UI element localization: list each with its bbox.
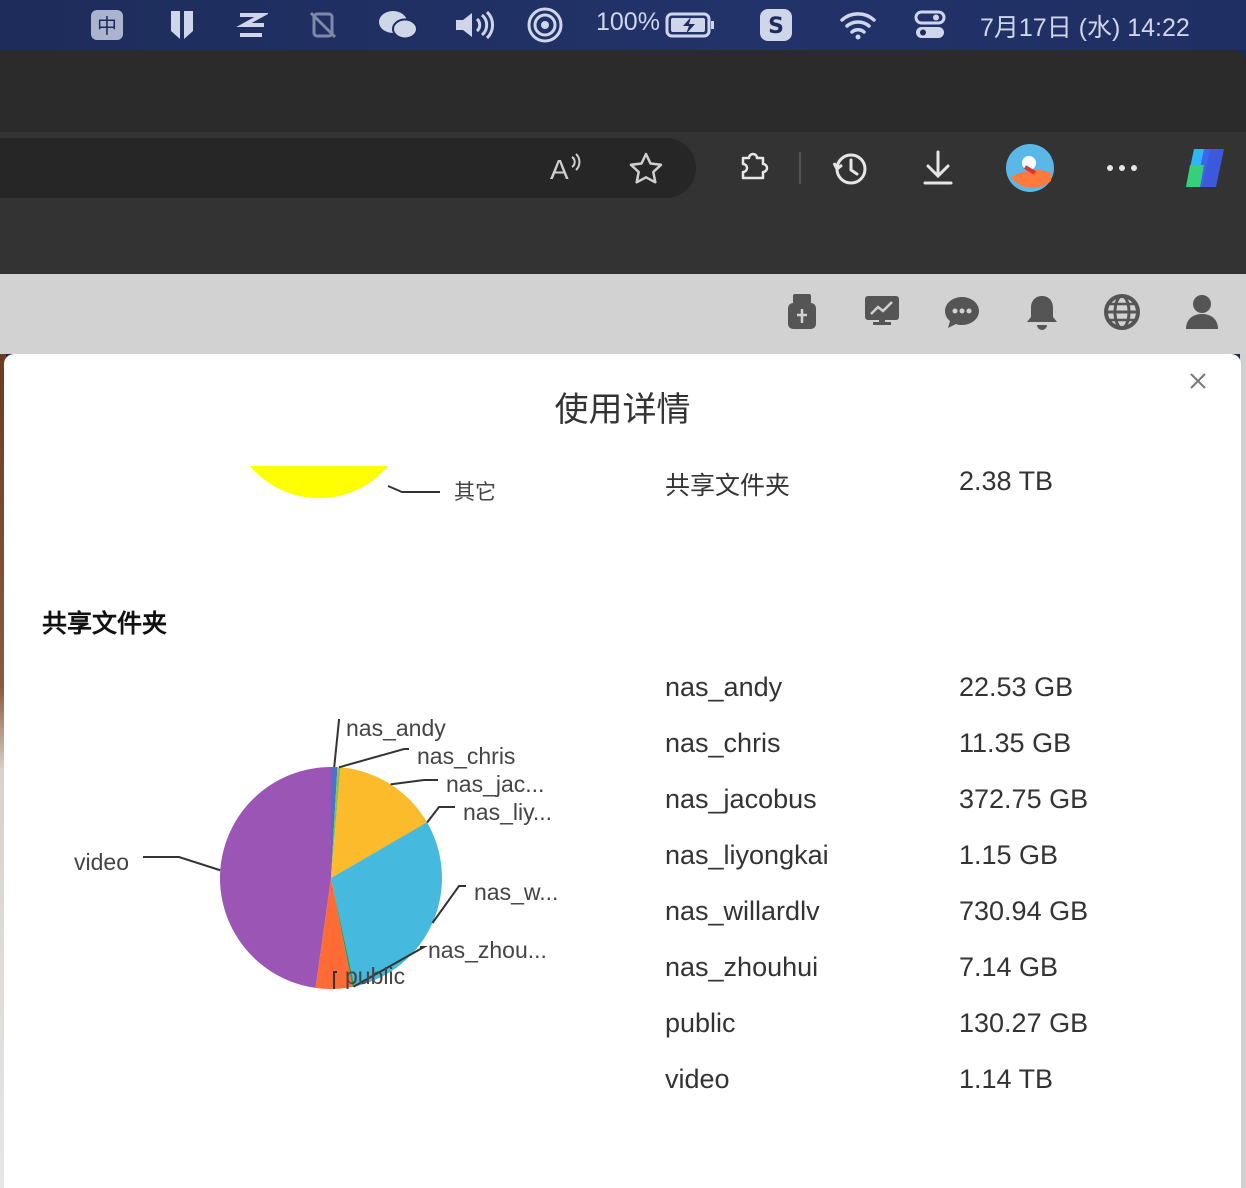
close-icon[interactable] [1183,366,1213,396]
shared-folder-pie-chart: nas_andynas_chrisnas_jac...nas_liy...nas… [74,715,558,989]
notifications-bell-icon[interactable] [1022,292,1062,332]
usage-row-label: nas_zhouhui [665,952,819,982]
other-slice [250,466,388,499]
nas-app-header [0,274,1246,354]
usage-row-value: 7.14 GB [959,952,1059,982]
z-app-icon[interactable] [234,6,270,44]
shared-folders-total-value: 2.38 TB [959,466,1054,496]
messages-icon[interactable] [942,292,982,332]
pie-slice-label: nas_chris [417,743,515,769]
usage-row-label: nas_willardlv [665,896,820,926]
more-menu-icon[interactable] [1100,148,1144,188]
pie-slice-label: nas_jac... [446,771,544,797]
sogou-icon[interactable]: S [758,6,794,44]
usage-row-label: nas_liyongkai [665,840,829,870]
control-center-icon[interactable] [912,6,948,44]
svg-text:A: A [550,154,569,185]
usage-row-label: nas_jacobus [665,784,817,814]
svg-text:S: S [768,14,784,39]
downloads-icon[interactable] [918,148,958,188]
volume-icon[interactable] [452,6,496,44]
copilot-icon[interactable] [1178,142,1232,194]
battery-percentage: 100% [596,8,660,36]
pie-slice-label: nas_zhou... [428,937,547,963]
usage-row-label: nas_andy [665,672,783,702]
input-method-zhong-icon[interactable]: 中 [88,6,126,44]
shared-folders-total-label: 共享文件夹 [665,471,791,500]
modal-title: 使用详情 [554,390,691,430]
usage-row-value: 372.75 GB [959,784,1089,814]
usage-row-value: 1.14 TB [959,1064,1054,1094]
browser-tab-strip [0,50,1246,132]
pie-slice-label: nas_andy [346,715,446,741]
wechat-icon[interactable] [376,6,420,44]
pie-leader-line [143,856,221,872]
usage-row-value: 22.53 GB [959,672,1074,702]
usage-row-value: 1.15 GB [959,840,1059,870]
pie-leader-line [338,748,409,769]
network-globe-icon[interactable] [1102,292,1142,332]
section-heading: 共享文件夹 [42,609,168,638]
pie-leader-line [426,806,455,824]
usage-row-label: public [665,1008,736,1038]
resource-monitor-icon[interactable] [862,292,902,332]
user-account-icon[interactable] [1182,292,1222,332]
usage-row-value: 130.27 GB [959,1008,1089,1038]
read-aloud-icon[interactable]: A [546,150,586,186]
usage-row-value: 730.94 GB [959,896,1089,926]
pie-slice-label: video [74,849,129,875]
muted-app-icon[interactable] [306,6,340,44]
pie-slice-label: nas_w... [474,879,558,905]
pie-slice-video[interactable] [219,767,331,988]
usage-row-label: nas_chris [665,728,781,758]
toolbar-separator [799,152,801,184]
battery-icon[interactable] [664,6,716,44]
browser-toolbar: A [0,132,1246,274]
usb-device-icon[interactable] [782,292,822,332]
usage-details-modal: 使用详情 其它 共享文件夹 2.38 TB 共享文件夹 nas_andy nas_… [4,354,1241,1188]
svg-text:中: 中 [97,14,117,38]
pie-slice-label: public [345,963,405,989]
usage-row-label: video [665,1064,730,1094]
history-icon[interactable] [828,148,872,188]
pie-leader-line [390,779,438,786]
other-slice-label: 其它 [454,480,496,504]
address-bar[interactable]: A [0,138,696,198]
bookmark-app-icon[interactable] [166,6,198,44]
airdrop-icon[interactable] [526,6,564,44]
favorite-star-icon[interactable] [626,150,666,186]
wifi-icon[interactable] [838,6,878,44]
macos-menu-bar: 中 100% S 7月17日 (水) 14:22 [0,0,1246,50]
other-slice-leader-line [387,485,440,493]
menu-bar-clock[interactable]: 7月17日 (水) 14:22 [980,8,1190,44]
pie-slice-label: nas_liy... [463,799,552,825]
extensions-icon[interactable] [732,148,774,188]
pie-leader-line [333,719,341,768]
usage-row-value: 11.35 GB [959,728,1072,758]
other-usage-pie-fragment: 其它 [250,466,496,504]
profile-avatar-icon[interactable] [1004,142,1056,194]
